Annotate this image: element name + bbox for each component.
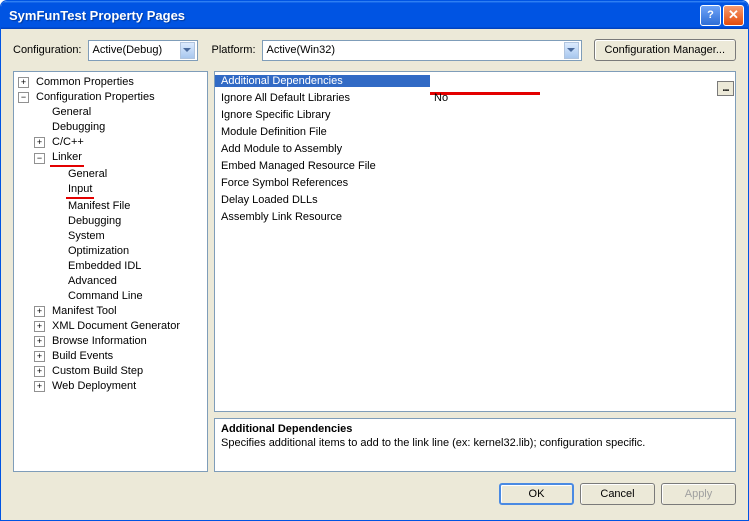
expand-icon[interactable]: + — [34, 321, 45, 332]
property-pages-dialog: SymFunTest Property Pages ? ✕ Configurat… — [0, 0, 749, 521]
tree-node-linker-command-line[interactable]: Command Line — [48, 289, 207, 304]
cancel-button[interactable]: Cancel — [580, 483, 655, 505]
tree-node-linker-input[interactable]: Input — [48, 182, 207, 199]
tree-node-ccpp[interactable]: +C/C++ — [32, 135, 207, 150]
tree-node-configuration-properties[interactable]: − Configuration Properties — [16, 90, 207, 105]
prop-row-assembly-link-resource[interactable]: Assembly Link Resource — [215, 208, 735, 225]
apply-button: Apply — [661, 483, 736, 505]
chevron-down-icon[interactable] — [180, 42, 195, 59]
expand-icon[interactable]: + — [34, 336, 45, 347]
titlebar[interactable]: SymFunTest Property Pages ? ✕ — [1, 1, 748, 29]
tree-node-linker-general[interactable]: General — [48, 167, 207, 182]
collapse-icon[interactable]: − — [18, 92, 29, 103]
description-text: Specifies additional items to add to the… — [221, 437, 729, 449]
tree-node-linker-debugging[interactable]: Debugging — [48, 214, 207, 229]
expand-icon[interactable]: + — [34, 137, 45, 148]
prop-row-ignore-specific-library[interactable]: Ignore Specific Library — [215, 106, 735, 123]
prop-row-ignore-all-default-libraries[interactable]: Ignore All Default Libraries No — [215, 89, 735, 106]
tree-node-linker-system[interactable]: System — [48, 229, 207, 244]
top-controls: Configuration: Active(Debug) Platform: A… — [13, 39, 736, 61]
prop-row-module-definition-file[interactable]: Module Definition File — [215, 123, 735, 140]
tree-node-build-events[interactable]: +Build Events — [32, 349, 207, 364]
tree-node-general[interactable]: General — [32, 105, 207, 120]
description-pane: Additional Dependencies Specifies additi… — [214, 418, 736, 472]
dialog-content: Configuration: Active(Debug) Platform: A… — [1, 29, 748, 520]
prop-row-delay-loaded-dlls[interactable]: Delay Loaded DLLs — [215, 191, 735, 208]
configuration-label: Configuration: — [13, 44, 82, 56]
collapse-icon[interactable]: − — [34, 153, 45, 164]
tree-node-debugging[interactable]: Debugging — [32, 120, 207, 135]
expand-icon[interactable]: + — [18, 77, 29, 88]
expand-icon[interactable]: + — [34, 381, 45, 392]
tree-node-custom-build-step[interactable]: +Custom Build Step — [32, 364, 207, 379]
configuration-manager-button[interactable]: Configuration Manager... — [594, 39, 736, 61]
tree-pane[interactable]: + Common Properties − Configuration Prop… — [13, 71, 208, 472]
property-grid[interactable]: Additional Dependencies ... Ignore All D… — [214, 71, 736, 412]
expand-icon[interactable]: + — [34, 366, 45, 377]
tree-node-linker[interactable]: − Linker — [32, 150, 207, 167]
platform-value: Active(Win32) — [267, 44, 564, 56]
tree-node-common-properties[interactable]: + Common Properties — [16, 75, 207, 90]
tree-node-manifest-tool[interactable]: +Manifest Tool — [32, 304, 207, 319]
configuration-combo[interactable]: Active(Debug) — [88, 40, 198, 61]
close-button[interactable]: ✕ — [723, 5, 744, 26]
description-title: Additional Dependencies — [221, 423, 729, 435]
ok-button[interactable]: OK — [499, 483, 574, 505]
prop-row-additional-dependencies[interactable]: Additional Dependencies ... — [215, 72, 735, 89]
dialog-buttons: OK Cancel Apply — [13, 478, 736, 510]
prop-row-add-module-to-assembly[interactable]: Add Module to Assembly — [215, 140, 735, 157]
expand-icon[interactable]: + — [34, 306, 45, 317]
platform-combo[interactable]: Active(Win32) — [262, 40, 582, 61]
tree-node-linker-advanced[interactable]: Advanced — [48, 274, 207, 289]
tree-node-linker-manifest-file[interactable]: Manifest File — [48, 199, 207, 214]
tree-node-xml-document-generator[interactable]: +XML Document Generator — [32, 319, 207, 334]
help-button[interactable]: ? — [700, 5, 721, 26]
tree-node-linker-optimization[interactable]: Optimization — [48, 244, 207, 259]
prop-row-embed-managed-resource-file[interactable]: Embed Managed Resource File — [215, 157, 735, 174]
expand-icon[interactable]: + — [34, 351, 45, 362]
platform-label: Platform: — [212, 44, 256, 56]
tree-node-browse-information[interactable]: +Browse Information — [32, 334, 207, 349]
prop-row-force-symbol-references[interactable]: Force Symbol References — [215, 174, 735, 191]
tree-node-web-deployment[interactable]: +Web Deployment — [32, 379, 207, 394]
chevron-down-icon[interactable] — [564, 42, 579, 59]
window-title: SymFunTest Property Pages — [9, 8, 700, 23]
tree-node-linker-embedded-idl[interactable]: Embedded IDL — [48, 259, 207, 274]
configuration-value: Active(Debug) — [93, 44, 180, 56]
